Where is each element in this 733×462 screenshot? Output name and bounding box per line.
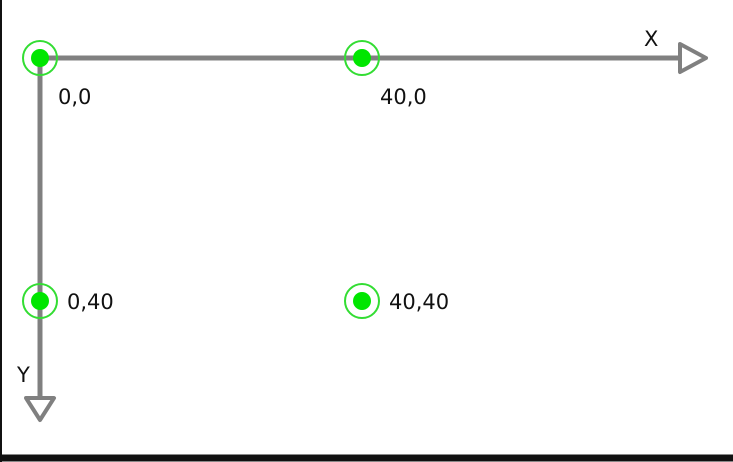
point-dot-40-40 (353, 292, 371, 310)
point-label-0-0: 0,0 (58, 85, 91, 109)
point-dot-0-40 (31, 292, 49, 310)
y-axis-arrow-icon (24, 396, 56, 422)
y-axis-label: Y (16, 363, 30, 387)
point-label-40-40: 40,40 (389, 290, 449, 314)
point-0-0: 0,0 (22, 40, 91, 109)
point-dot-40-0 (353, 49, 371, 67)
point-label-40-0: 40,0 (380, 85, 427, 109)
point-0-40: 0,40 (22, 283, 114, 319)
x-axis-label: X (644, 27, 658, 51)
x-axis-arrow-icon (678, 42, 708, 74)
point-40-0: 40,0 (344, 40, 427, 109)
points-layer: 0,0 40,0 0,40 40,40 (22, 40, 449, 319)
point-label-0-40: 0,40 (67, 290, 114, 314)
point-40-40: 40,40 (344, 283, 449, 319)
point-dot-0-0 (31, 49, 49, 67)
coordinate-diagram: X Y 0,0 40,0 0,40 40,40 (0, 0, 733, 462)
